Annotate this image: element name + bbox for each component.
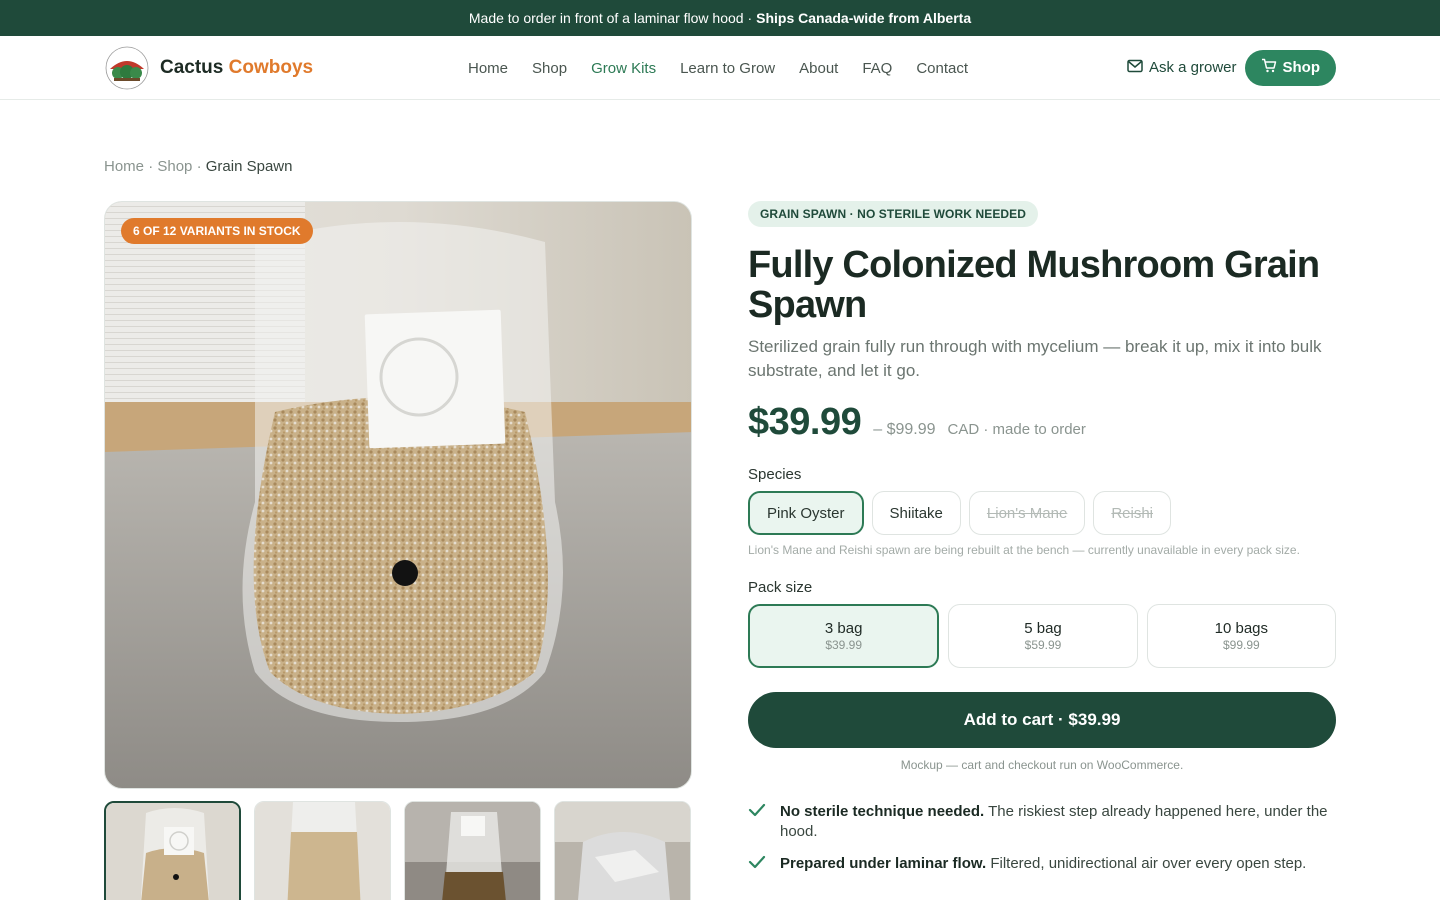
thumbnail-2[interactable] xyxy=(254,801,391,900)
ask-grower-label: Ask a grower xyxy=(1148,59,1237,76)
header-actions: Ask a grower Shop xyxy=(1127,49,1336,86)
check-icon xyxy=(748,802,768,842)
category-tag: GRAIN SPAWN · NO STERILE WORK NEEDED xyxy=(748,201,1039,227)
nav-item-contact[interactable]: Contact xyxy=(916,60,968,77)
price-row: $39.99 – $99.99 CAD · made to order xyxy=(748,401,1336,444)
feature-text: Prepared under laminar flow. Filtered, u… xyxy=(780,854,1306,875)
species-option-pink-oyster[interactable]: Pink Oyster xyxy=(748,491,864,535)
breadcrumb-separator: · xyxy=(148,158,154,175)
breadcrumb-current: Grain Spawn xyxy=(205,158,293,175)
pack-size-options: 3 bag $39.99 5 bag $59.99 10 bags $99.99 xyxy=(748,604,1336,668)
shop-button[interactable]: Shop xyxy=(1244,49,1336,86)
pack-option-name: 5 bag xyxy=(1024,620,1062,637)
brand-name-main: Cactus xyxy=(160,56,224,78)
pack-option-10-bags[interactable]: 10 bags $99.99 xyxy=(1146,604,1336,668)
feature-bold: Prepared under laminar flow. xyxy=(780,855,987,872)
feature-text: No sterile technique needed. The riskies… xyxy=(780,802,1336,842)
thumbnail-image xyxy=(405,802,540,900)
product-info: GRAIN SPAWN · NO STERILE WORK NEEDED Ful… xyxy=(748,201,1336,887)
announcement-strong: Ships Canada-wide from Alberta xyxy=(756,10,972,26)
brand-name-accent: Cowboys xyxy=(228,56,314,78)
species-option-lion-s-mane[interactable]: Lion's Mane xyxy=(968,491,1086,535)
thumbnail-4[interactable] xyxy=(554,801,691,900)
cart-note: Mockup — cart and checkout run on WooCom… xyxy=(900,758,1184,772)
pack-size-label: Pack size xyxy=(748,579,813,596)
announcement-bar: Made to order in front of a laminar flow… xyxy=(0,0,1440,36)
feature-item: No sterile technique needed. The riskies… xyxy=(748,802,1336,842)
pack-option-price: $39.99 xyxy=(825,638,863,652)
feature-bold: No sterile technique needed. xyxy=(780,803,985,820)
product-title: Fully Colonized Mushroom Grain Spawn xyxy=(748,244,1320,326)
pack-option-price: $99.99 xyxy=(1222,638,1260,652)
feature-item: Prepared under laminar flow. Filtered, u… xyxy=(748,854,1336,875)
thumbnail-strip xyxy=(104,801,691,900)
grain-bag-photo xyxy=(105,202,691,788)
pack-option-name: 3 bag xyxy=(824,620,863,637)
species-label: Species xyxy=(748,466,802,483)
shop-button-label: Shop xyxy=(1282,59,1321,76)
pack-option-name: 10 bags xyxy=(1214,620,1269,637)
mail-icon xyxy=(1127,59,1143,77)
nav-item-learn-to-grow[interactable]: Learn to Grow xyxy=(680,60,775,77)
product-subtitle: Sterilized grain fully run through with … xyxy=(748,337,1322,380)
nav-item-faq[interactable]: FAQ xyxy=(862,60,892,77)
price-note: CAD · made to order xyxy=(947,421,1086,438)
product-main-image[interactable]: 6 OF 12 VARIANTS IN STOCK xyxy=(104,201,692,789)
site-header: Cactus Cowboys Home Shop Grow Kits Learn to… xyxy=(0,36,1440,100)
add-to-cart-button[interactable]: Add to cart · $39.99 xyxy=(748,692,1336,748)
price-max: – $99.99 xyxy=(873,421,936,438)
breadcrumb-home[interactable]: Home xyxy=(104,158,144,175)
stock-badge: 6 OF 12 VARIANTS IN STOCK xyxy=(121,218,313,244)
species-options: Pink Oyster Shiitake Lion's Mane Reishi xyxy=(748,491,1336,535)
brand[interactable]: Cactus Cowboys xyxy=(104,45,313,91)
species-option-reishi[interactable]: Reishi xyxy=(1093,491,1172,535)
pack-option-3-bag[interactable]: 3 bag $39.99 xyxy=(748,604,940,668)
thumbnail-image xyxy=(106,803,239,900)
pack-option-price: $59.99 xyxy=(1024,638,1062,652)
nav-item-about[interactable]: About xyxy=(799,60,838,77)
species-hint: Lion's Mane and Reishi spawn are being r… xyxy=(748,543,1300,557)
brand-logo-icon xyxy=(104,45,150,91)
ask-grower-link[interactable]: Ask a grower xyxy=(1127,59,1237,77)
cart-icon xyxy=(1261,58,1277,77)
nav-item-shop[interactable]: Shop xyxy=(532,60,567,77)
thumbnail-image xyxy=(255,802,390,900)
brand-name: Cactus Cowboys xyxy=(160,57,313,79)
check-icon xyxy=(748,854,768,875)
nav-item-home[interactable]: Home xyxy=(468,60,508,77)
feature-detail: Filtered, unidirectional air over every … xyxy=(990,855,1307,872)
thumbnail-3[interactable] xyxy=(404,801,541,900)
feature-list: No sterile technique needed. The riskies… xyxy=(748,802,1336,875)
pack-option-5-bag[interactable]: 5 bag $59.99 xyxy=(948,604,1138,668)
price: $39.99 xyxy=(748,401,862,443)
breadcrumb-separator: · xyxy=(196,158,202,175)
thumbnail-image xyxy=(555,802,690,900)
breadcrumb-shop[interactable]: Shop xyxy=(157,158,192,175)
breadcrumb: Home · Shop · Grain Spawn xyxy=(104,158,292,175)
species-option-shiitake[interactable]: Shiitake xyxy=(871,491,961,535)
main-nav: Home Shop Grow Kits Learn to Grow About FAQ Co… xyxy=(468,36,968,100)
nav-item-grow-kits[interactable]: Grow Kits xyxy=(591,60,656,77)
announcement-text: Made to order in front of a laminar flow… xyxy=(468,10,753,26)
thumbnail-1[interactable] xyxy=(104,801,241,900)
